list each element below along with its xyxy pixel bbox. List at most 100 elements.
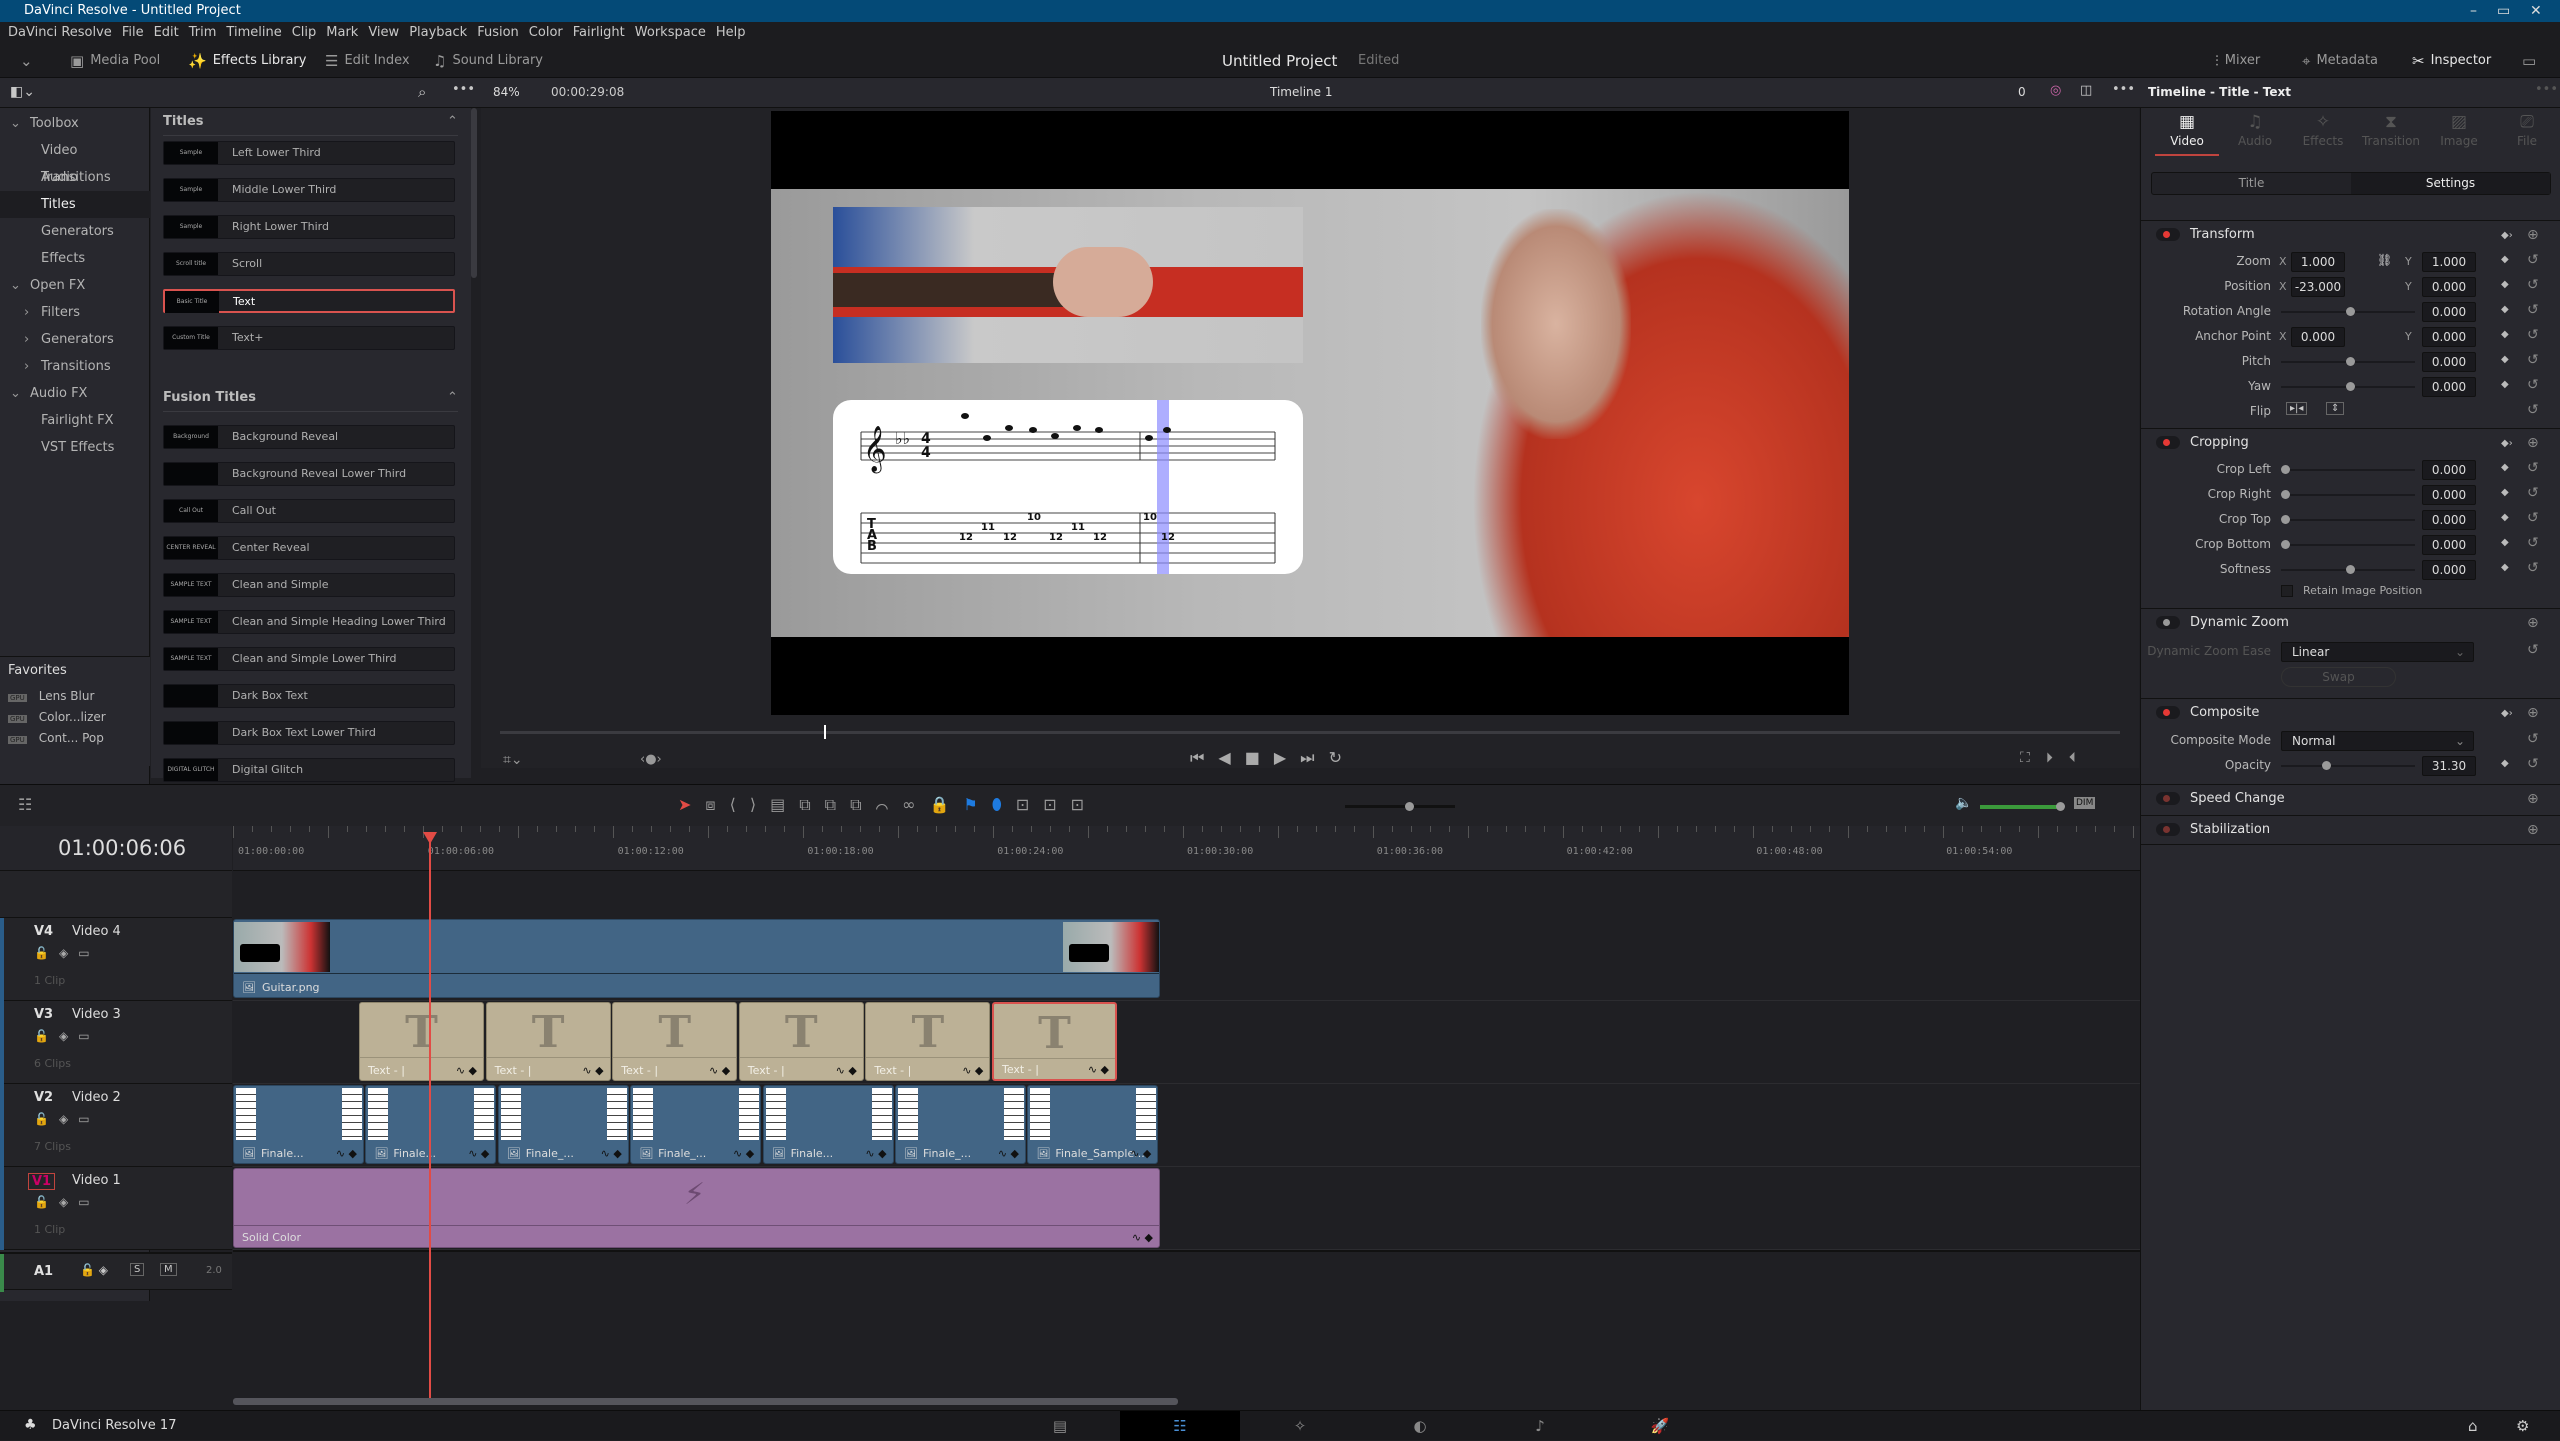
flip-horizontal-button[interactable]: ▸|◂ <box>2286 402 2308 415</box>
auto-select-icon[interactable]: ◈ <box>59 1029 78 1043</box>
timeline-horizontal-scrollbar[interactable] <box>233 1398 1178 1405</box>
inspector-tab-file[interactable]: ⎚ File <box>2495 112 2559 156</box>
playhead-handle[interactable] <box>423 832 437 844</box>
curve-keyframe-icon[interactable]: ∿ ◆ <box>468 1147 489 1160</box>
color-wheel-icon[interactable]: ◎ <box>2050 83 2061 98</box>
titles-section-header[interactable]: Titles <box>163 114 458 136</box>
search-icon[interactable]: ⌕ <box>418 83 426 101</box>
toolbox-item[interactable]: Effects <box>0 245 150 272</box>
slider-knob[interactable] <box>2056 802 2065 811</box>
favorite-item[interactable]: GPU Color...lizer <box>8 710 148 724</box>
viewer-scrubber[interactable] <box>500 725 2120 739</box>
slider-knob[interactable] <box>2321 761 2331 770</box>
page-fusion-icon[interactable]: ✧ <box>1240 1411 1360 1441</box>
reset-icon[interactable]: ↺ <box>2527 302 2539 318</box>
group-dynamic-zoom[interactable]: Dynamic Zoom ⊕ <box>2141 608 2560 636</box>
viewer-zoom-select[interactable]: 84% <box>493 85 520 99</box>
reset-icon[interactable]: ⊕ <box>2527 822 2539 838</box>
clip-finale-sample[interactable]: 🖼 Finale... ∿ ◆ <box>233 1085 364 1164</box>
inspector-tab-transition[interactable]: ⧗ Transition <box>2359 112 2423 156</box>
enable-toggle[interactable] <box>2156 792 2180 805</box>
crop-row-slider[interactable] <box>2281 490 2415 499</box>
slider-knob[interactable] <box>2346 382 2355 391</box>
menu-item-trim[interactable]: Trim <box>189 25 217 40</box>
curve-keyframe-icon[interactable]: ∿ ◆ <box>962 1064 983 1077</box>
yaw-row-value-field[interactable]: 0.000 <box>2422 377 2476 397</box>
slider-knob[interactable] <box>2281 540 2290 549</box>
enable-toggle[interactable] <box>2156 706 2180 719</box>
track-id[interactable]: V2 <box>34 1090 53 1105</box>
track-id[interactable]: V4 <box>34 924 53 939</box>
next-clip-icon[interactable]: ⏵ <box>2046 750 2069 766</box>
effect-item[interactable]: SAMPLE TEXT Clean and Simple <box>163 573 455 597</box>
effect-item[interactable]: Sample Middle Lower Third <box>163 178 455 202</box>
auto-select-icon[interactable]: ◈ <box>59 1112 78 1126</box>
dynamic-zoom-ease-select[interactable]: Linear ⌄ <box>2281 642 2474 662</box>
layout-icon[interactable]: ◧⌄ <box>10 84 35 100</box>
menu-item-edit[interactable]: Edit <box>154 25 179 40</box>
track-enable-icon[interactable]: ▭ <box>78 1029 99 1043</box>
pitch-row-slider[interactable] <box>2281 357 2415 366</box>
enable-toggle[interactable] <box>2156 228 2180 241</box>
inspector-tab-image[interactable]: ▨ Image <box>2427 112 2491 156</box>
effect-item[interactable]: CENTER REVEAL Center Reveal <box>163 536 455 560</box>
swap-button[interactable]: Swap <box>2281 667 2396 687</box>
lock-icon[interactable]: 🔓 ◈ <box>80 1263 108 1277</box>
effect-item[interactable]: Dark Box Text Lower Third <box>163 721 455 745</box>
reset-icon[interactable]: ↺ <box>2527 560 2539 576</box>
clip-guitar-png[interactable]: 🖼 Guitar.png <box>233 919 1160 998</box>
inspector-button[interactable]: ✂ Inspector <box>2412 44 2491 78</box>
reset-icon[interactable]: ↺ <box>2527 642 2539 658</box>
keyframe-icon[interactable]: ◆ <box>2501 512 2509 523</box>
checkbox[interactable] <box>2281 585 2293 597</box>
slider-knob[interactable] <box>2281 515 2290 524</box>
timeline-select[interactable]: Timeline 1 <box>1270 85 1332 99</box>
lock-icon[interactable]: 🔓 <box>34 1195 59 1209</box>
reset-icon[interactable]: ⊕ <box>2527 791 2539 807</box>
page-fairlight-icon[interactable]: ♪ <box>1480 1411 1600 1441</box>
clip-text-title[interactable]: T Text - | ∿ ◆ <box>485 1002 611 1081</box>
keyframe-icon[interactable]: ◆ <box>2501 304 2509 315</box>
link-icon[interactable]: ⛓ <box>2377 253 2392 267</box>
toolbox-item[interactable]: › Generators <box>0 326 150 353</box>
toolbox-item[interactable]: Titles <box>0 191 150 218</box>
reset-icon[interactable]: ⊕ <box>2527 227 2539 243</box>
clip-finale-sample[interactable]: 🖼 Finale_... ∿ ◆ <box>497 1085 629 1164</box>
position-row-x-field[interactable]: -23.000 <box>2291 277 2345 297</box>
more-options-icon[interactable]: ••• <box>452 82 475 97</box>
flip-vertical-button[interactable]: ⇕ <box>2326 402 2345 415</box>
curve-keyframe-icon[interactable]: ∿ ◆ <box>1130 1147 1151 1160</box>
curve-keyframe-icon[interactable]: ∿ ◆ <box>709 1064 730 1077</box>
track-id[interactable]: V3 <box>34 1007 53 1022</box>
menu-item-davinci-resolve[interactable]: DaVinci Resolve <box>8 25 112 40</box>
dual-viewer-icon[interactable]: ◫ <box>2080 83 2092 98</box>
mute-button[interactable]: M <box>160 1263 177 1276</box>
page-color-icon[interactable]: ◐ <box>1360 1411 1480 1441</box>
toolbox-item[interactable]: Fairlight FX <box>0 407 150 434</box>
lock-icon[interactable]: 🔓 <box>34 1029 59 1043</box>
track-header-v1[interactable]: V1 Video 1 🔓◈▭ 1 Clip <box>0 1167 232 1250</box>
group-transform[interactable]: Transform ◆› ⊕ <box>2141 220 2560 248</box>
clip-solid-color[interactable]: ⚡ Solid Color ∿ ◆ <box>233 1168 1160 1248</box>
clip-text-title[interactable]: T Text - | ∿ ◆ <box>738 1002 864 1081</box>
effect-item[interactable]: DIGITAL GLITCH Digital Glitch <box>163 758 455 782</box>
rotation-row-value-field[interactable]: 0.000 <box>2422 302 2476 322</box>
toolbox-item[interactable]: ⌄ Audio FX <box>0 380 150 407</box>
selection-tool-icon[interactable]: ➤ <box>678 795 705 814</box>
crop-row-slider[interactable] <box>2281 515 2415 524</box>
crop-row-value-field[interactable]: 0.000 <box>2422 560 2476 580</box>
inspector-tab-video[interactable]: ▦ Video <box>2155 112 2219 156</box>
menu-item-fairlight[interactable]: Fairlight <box>573 25 625 40</box>
clip-text-title[interactable]: T Text - | ∿ ◆ <box>865 1002 991 1081</box>
toolbox-item[interactable]: VST Effects <box>0 434 150 461</box>
effects-scrollbar[interactable] <box>471 108 477 278</box>
group-speed-change[interactable]: Speed Change ⊕ <box>2141 784 2560 812</box>
slider-knob[interactable] <box>2281 490 2290 499</box>
blade-tool-icon[interactable]: ▤ <box>770 795 799 814</box>
effect-item[interactable]: Sample Left Lower Third <box>163 141 455 165</box>
inspector-tab-effects[interactable]: ✧ Effects <box>2291 112 2355 156</box>
reset-icon[interactable]: ↺ <box>2527 252 2539 268</box>
track-enable-icon[interactable]: ▭ <box>78 1112 99 1126</box>
reset-icon[interactable]: ↺ <box>2527 352 2539 368</box>
crop-row-slider[interactable] <box>2281 465 2415 474</box>
